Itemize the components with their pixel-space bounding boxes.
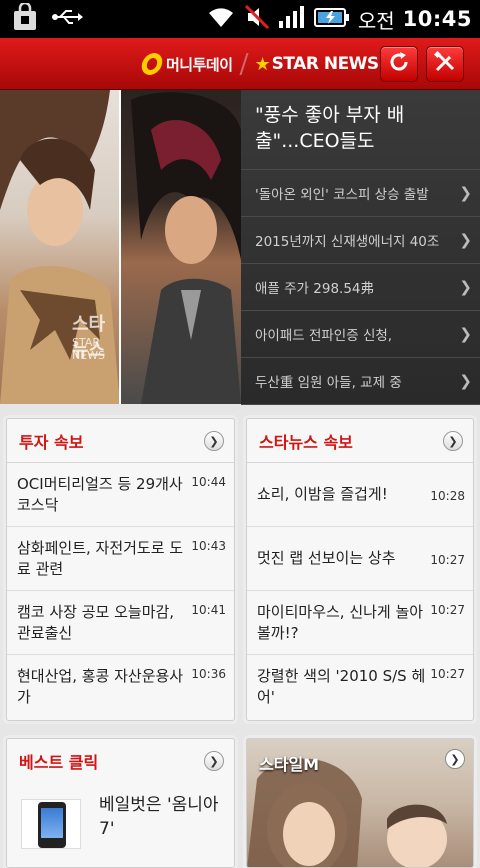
list-item-time: 10:43 xyxy=(191,539,226,553)
chevron-right-icon[interactable]: ❯ xyxy=(445,749,465,769)
list-item-time: 10:27 xyxy=(430,667,465,681)
settings-button[interactable] xyxy=(426,46,464,82)
moneytoday-logo-icon xyxy=(139,53,165,75)
phone-thumbnail[interactable] xyxy=(21,799,81,849)
phone-screen-image xyxy=(41,808,63,838)
refresh-icon xyxy=(387,50,411,78)
list-item[interactable]: 멋진 랩 선보이는 상추 10:27 xyxy=(247,527,473,591)
wifi-icon xyxy=(206,5,236,33)
list-item-text: 현대산업, 홍콩 자산운용사가 xyxy=(17,667,184,706)
list-item-time: 10:27 xyxy=(430,553,465,567)
list-item[interactable]: 쇼리, 이밤을 즐겁게! 10:28 xyxy=(247,463,473,527)
list-item-text: 멋진 랩 선보이는 상추 xyxy=(257,549,396,567)
usb-icon xyxy=(52,8,84,30)
clock-time: 10:45 xyxy=(402,7,472,31)
news-item[interactable]: 아이패드 전파인증 신청, ❯ xyxy=(241,311,480,358)
invest-panel-title: 투자 속보 xyxy=(19,432,84,452)
hero-section: 스타뉴스 STAR NEWS "풍수 좋아 부자 배출"...CEO들도 '돌아… xyxy=(0,90,480,405)
brand-logos: 머니투데이 ★ STAR NEWS xyxy=(139,38,380,90)
photo-watermark-en: STAR NEWS xyxy=(72,336,106,362)
starnews-panel-title: 스타뉴스 속보 xyxy=(259,432,353,452)
list-item-text: OCI머티리얼즈 등 29개사 코스닥 xyxy=(17,474,183,514)
list-item-text: 마이티마우스, 신나게 놀아볼까!? xyxy=(257,602,424,642)
starnews-panel-header[interactable]: 스타뉴스 속보 ❯ xyxy=(247,419,473,463)
chevron-right-icon: ❯ xyxy=(459,231,472,249)
chevron-right-icon[interactable]: ❯ xyxy=(204,751,224,771)
chevron-right-icon: ❯ xyxy=(459,325,472,343)
battery-icon xyxy=(313,5,350,33)
hero-photo-1[interactable]: 스타뉴스 STAR NEWS xyxy=(0,90,120,404)
invest-panel-header[interactable]: 투자 속보 ❯ xyxy=(7,419,234,463)
news-item[interactable]: 두산重 임원 아들, 교제 중 ❯ xyxy=(241,358,480,405)
clock-ampm: 오전 xyxy=(357,8,395,33)
brand-starnews: STAR NEWS xyxy=(271,54,380,74)
list-item-text: 쇼리, 이밤을 즐겁게! xyxy=(257,485,388,503)
best-headline[interactable]: 베일벗은 '옴니아7' xyxy=(99,793,229,841)
news-item[interactable]: 2015년까지 신재생에너지 40조 ❯ xyxy=(241,217,480,264)
list-item-text: 삼화페인트, 자전거도로 도료 관련 xyxy=(17,538,184,578)
chevron-right-icon: ❯ xyxy=(459,278,472,296)
invest-news-panel: 투자 속보 ❯ OCI머티리얼즈 등 29개사 코스닥 10:44 삼화페인트, … xyxy=(6,418,235,721)
list-item-time: 10:44 xyxy=(191,475,226,489)
starnews-panel: 스타뉴스 속보 ❯ 쇼리, 이밤을 즐겁게! 10:28 멋진 랩 선보이는 상추… xyxy=(246,418,474,721)
list-item[interactable]: OCI머티리얼즈 등 29개사 코스닥 10:44 xyxy=(7,463,234,527)
news-item-text: 애플 주가 298.54弗 xyxy=(255,281,374,297)
star-icon: ★ xyxy=(254,53,271,75)
list-item[interactable]: 캠코 사장 공모 오늘마감, 관료출신 10:41 xyxy=(7,591,234,655)
chevron-right-icon: ❯ xyxy=(459,372,472,390)
brand-moneytoday: 머니투데이 xyxy=(166,55,233,74)
list-item-text: 강렬한 색의 '2010 S/S 헤어' xyxy=(257,667,426,706)
mute-icon xyxy=(244,4,270,34)
refresh-button[interactable] xyxy=(380,46,418,82)
chevron-right-icon[interactable]: ❯ xyxy=(204,431,224,451)
list-item[interactable]: 현대산업, 홍콩 자산운용사가 10:36 xyxy=(7,655,234,719)
list-item-time: 10:41 xyxy=(191,603,226,617)
tools-icon xyxy=(432,49,458,79)
hero-photo-2[interactable] xyxy=(121,90,241,404)
shopping-bag-icon xyxy=(12,1,38,35)
news-item-text: 2015년까지 신재생에너지 40조 xyxy=(255,234,440,250)
news-item[interactable]: '돌아온 외인' 코스피 상승 출발 ❯ xyxy=(241,170,480,217)
list-item[interactable]: 마이티마우스, 신나게 놀아볼까!? 10:27 xyxy=(247,591,473,655)
news-item-text: 두산重 임원 아들, 교제 중 xyxy=(255,375,402,391)
main-headline[interactable]: "풍수 좋아 부자 배출"...CEO들도 xyxy=(241,90,480,170)
list-item-time: 10:28 xyxy=(430,489,465,503)
style-m-panel[interactable]: 스타일M ❯ xyxy=(246,738,474,868)
news-item-text: 아이패드 전파인증 신청, xyxy=(255,328,393,344)
best-panel-title: 베스트 클릭 xyxy=(19,753,99,772)
chevron-right-icon: ❯ xyxy=(459,184,472,202)
headline-panel: "풍수 좋아 부자 배출"...CEO들도 '돌아온 외인' 코스피 상승 출발… xyxy=(241,90,480,405)
news-item-text: '돌아온 외인' 코스피 상승 출발 xyxy=(255,187,429,203)
list-item-time: 10:36 xyxy=(191,667,226,681)
list-item[interactable]: 강렬한 색의 '2010 S/S 헤어' 10:27 xyxy=(247,655,473,719)
style-panel-title: 스타일M xyxy=(259,755,320,774)
status-bar: 오전 10:45 xyxy=(0,0,480,38)
chevron-right-icon[interactable]: ❯ xyxy=(443,431,463,451)
signal-icon xyxy=(278,5,306,33)
list-item[interactable]: 삼화페인트, 자전거도로 도료 관련 10:43 xyxy=(7,527,234,591)
best-panel-header[interactable]: 베스트 클릭 ❯ xyxy=(7,739,234,783)
brand-separator xyxy=(238,53,249,75)
app-header: 머니투데이 ★ STAR NEWS xyxy=(0,38,480,90)
news-item[interactable]: 애플 주가 298.54弗 ❯ xyxy=(241,264,480,311)
list-item-time: 10:27 xyxy=(430,603,465,617)
best-click-panel: 베스트 클릭 ❯ 베일벗은 '옴니아7' xyxy=(6,738,235,868)
list-item-text: 캠코 사장 공모 오늘마감, 관료출신 xyxy=(17,602,175,642)
